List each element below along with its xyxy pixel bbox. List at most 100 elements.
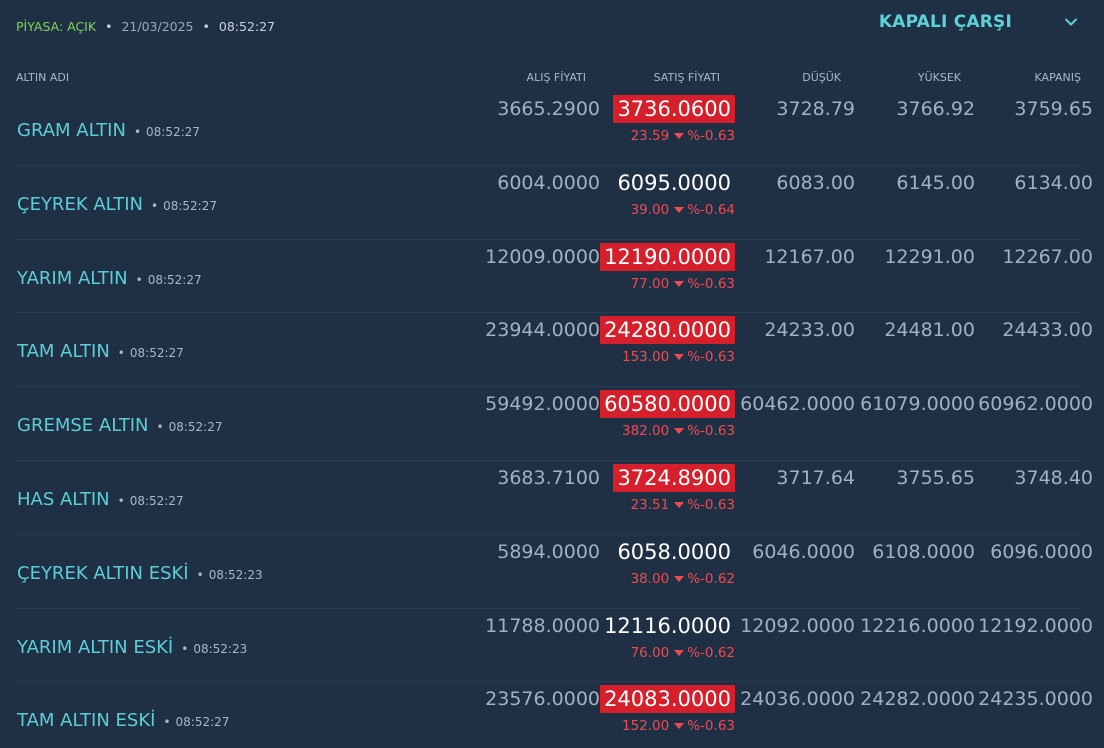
high-price: 6108.0000 <box>872 540 975 563</box>
update-time: • 08:52:27 <box>118 346 184 360</box>
arrow-down-icon <box>674 133 685 139</box>
gold-name-text: YARIM ALTIN <box>17 267 128 289</box>
low-price: 6083.00 <box>776 171 855 194</box>
change-amount: 23.51 <box>630 496 670 513</box>
gold-name[interactable]: ÇEYREK ALTIN • 08:52:27 <box>17 194 217 215</box>
update-time: • 08:52:27 <box>157 420 223 434</box>
update-time: • 08:52:27 <box>134 125 200 139</box>
column-header-close: KAPANIŞ <box>1034 71 1081 84</box>
change-info: 23.51 %-0.63 <box>631 497 735 513</box>
arrow-down-icon <box>674 649 685 656</box>
change-amount: 39.00 <box>630 201 670 218</box>
arrow-down-icon <box>674 354 685 361</box>
change-info: 39.00 %-0.64 <box>631 202 735 218</box>
change-amount: 77.00 <box>630 275 670 292</box>
buy-price: 3683.7100 <box>497 466 600 489</box>
market-dropdown[interactable]: KAPALI ÇARŞI <box>879 12 1078 32</box>
close-price: 12192.0000 <box>978 614 1093 637</box>
buy-price: 6004.0000 <box>497 171 600 194</box>
table-header: ALTIN ADI ALIŞ FİYATI SATIŞ FİYATI DÜŞÜK… <box>0 52 1104 92</box>
status-date: 21/03/2025 <box>121 18 194 34</box>
gold-name[interactable]: TAM ALTIN ESKİ • 08:52:27 <box>17 710 229 731</box>
separator: • <box>196 567 204 582</box>
change-info: 76.00 %-0.62 <box>631 645 735 661</box>
gold-name-text: HAS ALTIN <box>17 488 110 510</box>
separator: • <box>150 198 159 213</box>
table-row[interactable]: YARIM ALTIN • 08:52:27 12009.0000 12190.0… <box>16 240 1093 314</box>
market-status: PİYASA: AÇIK <box>16 18 97 34</box>
change-amount: 153.00 <box>621 349 670 366</box>
gold-name-text: ÇEYREK ALTIN ESKİ <box>17 562 189 584</box>
buy-price: 59492.0000 <box>485 393 600 416</box>
arrow-down-icon <box>674 206 685 213</box>
table-row[interactable]: YARIM ALTIN ESKİ • 08:52:23 11788.0000 12… <box>16 609 1093 683</box>
separator: • <box>117 493 125 508</box>
buy-price: 3665.2900 <box>497 98 600 120</box>
gold-name[interactable]: ÇEYREK ALTIN ESKİ • 08:52:23 <box>17 563 263 584</box>
column-header-buy: ALIŞ FİYATI <box>526 71 586 84</box>
low-price: 12167.00 <box>764 245 855 268</box>
separator: • <box>105 18 113 34</box>
close-price: 24235.0000 <box>978 688 1093 711</box>
gold-name[interactable]: GREMSE ALTIN • 08:52:27 <box>17 415 223 436</box>
sell-price: 3736.0600 <box>613 95 735 123</box>
table-row[interactable]: TAM ALTIN ESKİ • 08:52:27 23576.0000 2408… <box>16 682 1093 748</box>
status-bar: PİYASA: AÇIK • 21/03/2025 • 08:52:27 KAP… <box>0 0 1104 52</box>
high-price: 3766.92 <box>896 98 975 120</box>
gold-name[interactable]: HAS ALTIN • 08:52:27 <box>17 489 184 510</box>
separator: • <box>117 346 125 361</box>
status-time: 08:52:27 <box>218 18 276 34</box>
high-price: 24481.00 <box>884 319 975 342</box>
sell-price: 60580.0000 <box>600 390 735 419</box>
high-price: 12216.0000 <box>860 614 975 637</box>
update-time-value: 08:52:27 <box>175 715 230 730</box>
change-info: 38.00 %-0.62 <box>631 571 735 587</box>
update-time-value: 08:52:23 <box>208 567 263 582</box>
gold-name-text: GRAM ALTIN <box>17 120 126 141</box>
close-price: 24433.00 <box>1002 319 1093 342</box>
separator: • <box>181 641 189 656</box>
arrow-down-icon <box>674 575 685 582</box>
table-row[interactable]: GRAM ALTIN • 08:52:27 3665.2900 3736.0600… <box>16 92 1093 166</box>
table-row[interactable]: ÇEYREK ALTIN • 08:52:27 6004.0000 6095.00… <box>16 166 1093 240</box>
change-info: 153.00 %-0.63 <box>622 349 735 365</box>
update-time-value: 08:52:27 <box>163 198 217 213</box>
low-price: 3728.79 <box>776 98 855 120</box>
table-row[interactable]: TAM ALTIN • 08:52:27 23944.0000 24280.000… <box>16 313 1093 388</box>
sell-price: 24083.0000 <box>600 685 735 714</box>
change-amount: 38.00 <box>630 570 670 587</box>
arrow-down-icon <box>674 428 685 435</box>
high-price: 6145.00 <box>896 171 975 194</box>
gold-name-text: TAM ALTIN <box>17 341 110 363</box>
low-price: 6046.0000 <box>752 540 855 563</box>
change-amount: 382.00 <box>621 423 670 440</box>
update-time: • 08:52:27 <box>136 273 202 287</box>
separator: • <box>135 272 143 287</box>
gold-name[interactable]: YARIM ALTIN ESKİ • 08:52:23 <box>17 637 247 658</box>
market-dropdown-label: KAPALI ÇARŞI <box>878 12 1012 32</box>
change-amount: 76.00 <box>630 644 670 661</box>
table-row[interactable]: HAS ALTIN • 08:52:27 3683.7100 3724.8900 … <box>16 461 1093 535</box>
gold-name[interactable]: YARIM ALTIN • 08:52:27 <box>17 268 202 289</box>
gold-name[interactable]: TAM ALTIN • 08:52:27 <box>17 341 184 362</box>
buy-price: 23576.0000 <box>485 688 600 711</box>
high-price: 61079.0000 <box>860 393 975 416</box>
gold-name-text: YARIM ALTIN ESKİ <box>17 636 174 658</box>
table-row[interactable]: GREMSE ALTIN • 08:52:27 59492.0000 60580.… <box>16 387 1093 461</box>
update-time: • 08:52:27 <box>163 715 229 729</box>
update-time-value: 08:52:27 <box>147 272 202 287</box>
high-price: 3755.65 <box>896 466 975 489</box>
gold-name[interactable]: GRAM ALTIN • 08:52:27 <box>17 120 200 141</box>
sell-price: 6058.0000 <box>617 539 731 564</box>
close-price: 3759.65 <box>1014 98 1093 120</box>
table-row[interactable]: ÇEYREK ALTIN ESKİ • 08:52:23 5894.0000 60… <box>16 535 1093 609</box>
update-time-value: 08:52:27 <box>129 346 184 361</box>
chevron-down-icon[interactable] <box>1064 15 1078 29</box>
update-time: • 08:52:27 <box>151 199 217 213</box>
update-time: • 08:52:23 <box>197 568 263 582</box>
high-price: 12291.00 <box>884 245 975 268</box>
arrow-down-icon <box>674 723 685 730</box>
change-amount: 23.59 <box>630 128 670 144</box>
update-time-value: 08:52:23 <box>193 641 248 656</box>
column-header-name: ALTIN ADI <box>16 71 70 84</box>
